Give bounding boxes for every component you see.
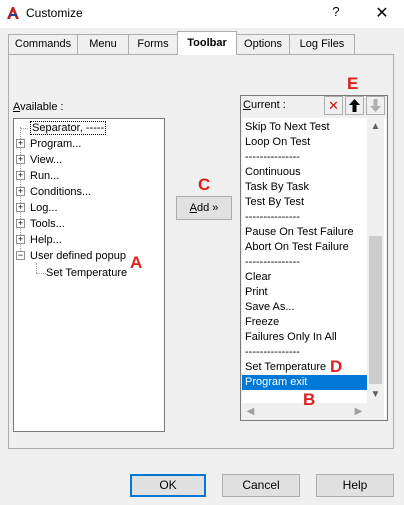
- current-list-item[interactable]: Abort On Test Failure: [242, 240, 367, 255]
- current-list-item[interactable]: Task By Task: [242, 180, 367, 195]
- ok-button[interactable]: OK: [130, 474, 206, 497]
- tree-item-tools[interactable]: Tools...: [30, 216, 65, 232]
- current-list-item[interactable]: ---------------: [242, 255, 367, 270]
- move-down-icon[interactable]: [366, 96, 385, 115]
- current-list[interactable]: Skip To Next Test Loop On Test -----------…: [242, 118, 386, 420]
- collapse-icon[interactable]: −: [16, 251, 25, 260]
- current-list-item[interactable]: ---------------: [242, 210, 367, 225]
- expand-icon[interactable]: +: [16, 171, 25, 180]
- available-tree[interactable]: Separator, ----- + Program... + View... …: [13, 118, 165, 432]
- tree-item-set-temperature[interactable]: Set Temperature: [46, 265, 127, 281]
- tree-guide-line: [20, 128, 28, 129]
- tab-options[interactable]: Options: [236, 34, 290, 54]
- scroll-down-icon[interactable]: ▼: [367, 386, 384, 403]
- expand-icon[interactable]: +: [16, 139, 25, 148]
- tree-item-run[interactable]: Run...: [30, 168, 59, 184]
- current-list-item[interactable]: Set Temperature: [242, 360, 367, 375]
- vertical-scrollbar[interactable]: ▲ ▼: [367, 118, 384, 403]
- close-icon[interactable]: ✕: [370, 3, 394, 25]
- move-up-icon[interactable]: [345, 96, 364, 115]
- tree-guide-line: [36, 273, 46, 274]
- tree-item-log[interactable]: Log...: [30, 200, 58, 216]
- tree-item-help[interactable]: Help...: [30, 232, 62, 248]
- title-bar: Customize ? ✕: [0, 0, 404, 28]
- tab-commands[interactable]: Commands: [8, 34, 78, 54]
- available-label: Available :: [13, 101, 64, 113]
- current-list-item[interactable]: Loop On Test: [242, 135, 367, 150]
- help-footer-button[interactable]: Help: [316, 474, 394, 497]
- annotation-c: C: [198, 175, 211, 194]
- tree-item-user-defined-popup[interactable]: User defined popup: [30, 248, 126, 264]
- current-list-item[interactable]: ---------------: [242, 345, 367, 360]
- current-list-item[interactable]: Print: [242, 285, 367, 300]
- expand-icon[interactable]: +: [16, 219, 25, 228]
- tree-item-program[interactable]: Program...: [30, 136, 81, 152]
- expand-icon[interactable]: +: [16, 155, 25, 164]
- expand-icon[interactable]: +: [16, 187, 25, 196]
- app-logo-icon: [7, 7, 19, 19]
- scroll-thumb[interactable]: [369, 236, 382, 384]
- scroll-up-icon[interactable]: ▲: [367, 118, 384, 135]
- current-list-item[interactable]: Save As...: [242, 300, 367, 315]
- delete-icon[interactable]: ✕: [324, 96, 343, 115]
- expand-icon[interactable]: +: [16, 235, 25, 244]
- expand-icon[interactable]: +: [16, 203, 25, 212]
- window-title: Customize: [26, 6, 83, 20]
- annotation-d: D: [330, 357, 343, 376]
- tab-toolbar[interactable]: Toolbar: [177, 31, 237, 55]
- help-button[interactable]: ?: [324, 4, 348, 24]
- current-list-item[interactable]: Pause On Test Failure: [242, 225, 367, 240]
- annotation-e: E: [347, 74, 359, 93]
- cancel-button[interactable]: Cancel: [222, 474, 300, 497]
- tab-menu[interactable]: Menu: [77, 34, 129, 54]
- tab-forms[interactable]: Forms: [128, 34, 178, 54]
- current-list-item[interactable]: Freeze: [242, 315, 367, 330]
- scroll-left-icon[interactable]: ◀: [242, 403, 259, 420]
- tree-guide-line: [36, 263, 37, 273]
- current-list-item[interactable]: Skip To Next Test: [242, 120, 367, 135]
- current-list-item[interactable]: Program exit: [242, 375, 367, 390]
- annotation-a: A: [130, 253, 143, 272]
- add-button[interactable]: Add »: [176, 196, 232, 220]
- tree-item-conditions[interactable]: Conditions...: [30, 184, 91, 200]
- current-list-item[interactable]: Failures Only In All: [242, 330, 367, 345]
- current-list-item[interactable]: Continuous: [242, 165, 367, 180]
- current-label: Current :: [243, 99, 286, 111]
- tab-log-files[interactable]: Log Files: [289, 34, 355, 54]
- tree-item-view[interactable]: View...: [30, 152, 62, 168]
- scroll-right-icon[interactable]: ▶: [350, 403, 367, 420]
- current-list-item[interactable]: Test By Test: [242, 195, 367, 210]
- current-list-item[interactable]: ---------------: [242, 150, 367, 165]
- annotation-b: B: [303, 390, 316, 409]
- tree-item-separator[interactable]: Separator, -----: [30, 120, 107, 136]
- current-list-item[interactable]: Clear: [242, 270, 367, 285]
- scroll-corner: [367, 403, 384, 420]
